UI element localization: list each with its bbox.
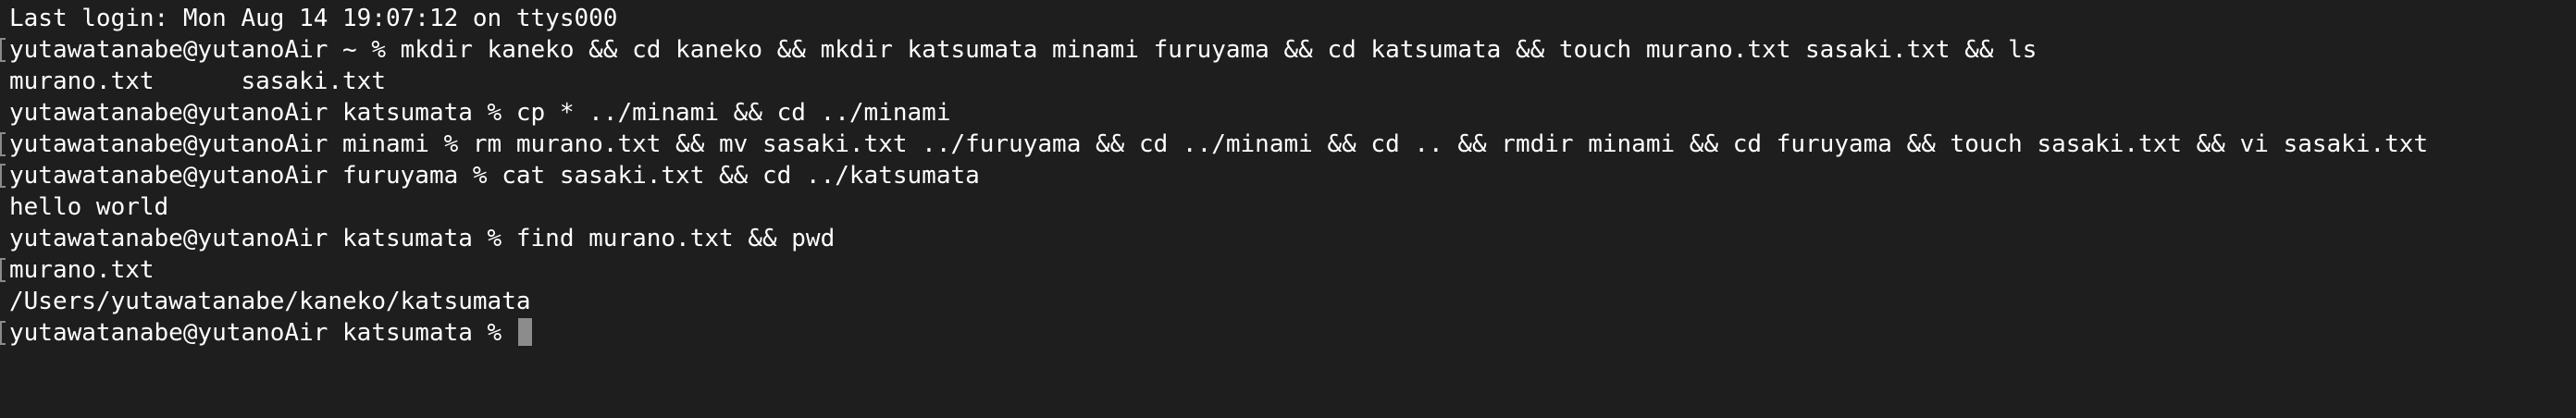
- terminal-line-command: yutawatanabe@yutanoAir furuyama % cat sa…: [0, 160, 2576, 191]
- terminal-line-command: yutawatanabe@yutanoAir katsumata % cp * …: [9, 99, 951, 127]
- terminal-line-output: hello world: [9, 193, 169, 221]
- terminal-line-command: yutawatanabe@yutanoAir ~ % mkdir kaneko …: [0, 34, 2576, 66]
- terminal-line-command: yutawatanabe@yutanoAir minami % rm muran…: [0, 129, 2576, 160]
- terminal-prompt-line[interactable]: yutawatanabe@yutanoAir katsumata %: [0, 317, 2576, 349]
- terminal-line-login: Last login: Mon Aug 14 19:07:12 on ttys0…: [9, 5, 618, 32]
- text-cursor: [517, 318, 532, 346]
- terminal-line-output: murano.txt sasaki.txt: [9, 68, 386, 95]
- terminal-line-output: /Users/yutawatanabe/kaneko/katsumata: [9, 288, 531, 315]
- terminal-window[interactable]: Last login: Mon Aug 14 19:07:12 on ttys0…: [0, 0, 2576, 418]
- terminal-line-output: murano.txt: [0, 254, 2576, 286]
- terminal-prompt: yutawatanabe@yutanoAir katsumata %: [9, 319, 516, 347]
- terminal-line-command: yutawatanabe@yutanoAir katsumata % find …: [9, 225, 836, 252]
